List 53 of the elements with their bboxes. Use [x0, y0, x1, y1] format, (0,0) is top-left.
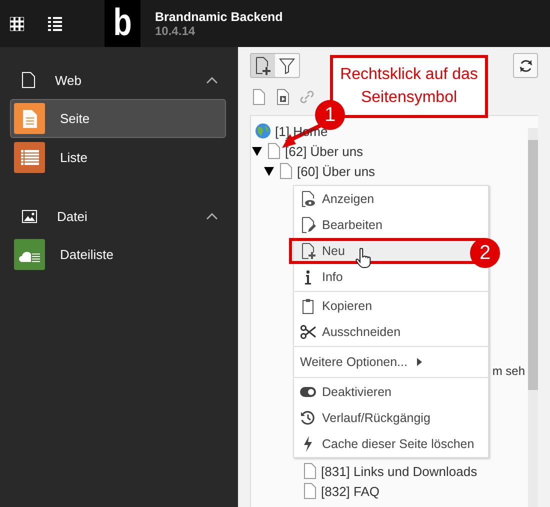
submenu-arrow-icon	[417, 358, 422, 366]
preview-icon	[300, 191, 316, 207]
module-item[interactable]: Liste	[10, 138, 226, 177]
chevron-up-icon[interactable]	[206, 212, 218, 220]
callout-note: Rechtsklick auf das Seitensymbol	[330, 55, 488, 118]
module-group-label: Datei	[57, 208, 88, 224]
module-item[interactable]: Dateiliste	[10, 235, 226, 274]
logo: b	[104, 0, 140, 47]
hand-cursor-icon	[355, 248, 371, 268]
scissors-icon	[300, 324, 316, 340]
clipboard-icon	[300, 298, 316, 314]
tree-item[interactable]: [832] FAQ	[321, 484, 380, 498]
page-icon	[22, 110, 36, 128]
page-icon	[303, 483, 317, 499]
menu-item[interactable]: Anzeigen	[294, 186, 488, 212]
page-icon	[252, 89, 266, 105]
menu-item[interactable]: Cache dieser Seite löschen	[294, 431, 488, 457]
list-icon[interactable]	[48, 16, 62, 30]
menu-item[interactable]: Verlauf/Rückgängig	[294, 405, 488, 431]
app-grid-icon[interactable]	[10, 16, 24, 30]
edit-icon	[300, 217, 316, 233]
page-icon	[22, 72, 35, 88]
page-icon	[267, 143, 281, 159]
tree-item[interactable]: [60] Über uns	[297, 164, 376, 178]
module-group-label: Web	[55, 72, 82, 88]
menu-item[interactable]: Deaktivieren	[294, 379, 488, 405]
image-icon	[22, 210, 37, 222]
module-item[interactable]: Seite	[10, 99, 226, 138]
menu-item[interactable]: Weitere Optionen...	[294, 348, 488, 376]
tree-item[interactable]: m seh	[492, 364, 525, 378]
toggle-icon	[300, 384, 316, 400]
new-page-button[interactable]	[251, 54, 275, 77]
version-label: 10.4.14	[155, 24, 196, 38]
history-icon	[300, 410, 316, 426]
globe-icon	[255, 123, 271, 139]
collapse-toggle[interactable]	[264, 166, 274, 176]
refresh-button[interactable]	[513, 53, 538, 78]
new-page-icon	[300, 243, 316, 259]
list-icon	[20, 150, 38, 165]
page-icon	[303, 463, 317, 479]
menu-item[interactable]: Bearbeiten	[294, 212, 488, 238]
tree-item[interactable]: [831] Links und Downloads	[321, 464, 478, 478]
chevron-up-icon[interactable]	[206, 76, 218, 84]
menu-item[interactable]: Kopieren	[294, 293, 488, 319]
tree-item[interactable]: [62] Über uns	[285, 144, 364, 158]
refresh-icon	[518, 58, 534, 74]
page-icon	[279, 163, 293, 179]
menu-item[interactable]: Ausschneiden	[294, 319, 488, 345]
app-title: Brandnamic Backend	[155, 10, 283, 24]
new-page-icon	[255, 56, 271, 74]
collapse-toggle[interactable]	[252, 146, 262, 156]
filter-icon	[279, 58, 295, 74]
page-shortcut-icon[interactable]	[276, 89, 290, 105]
